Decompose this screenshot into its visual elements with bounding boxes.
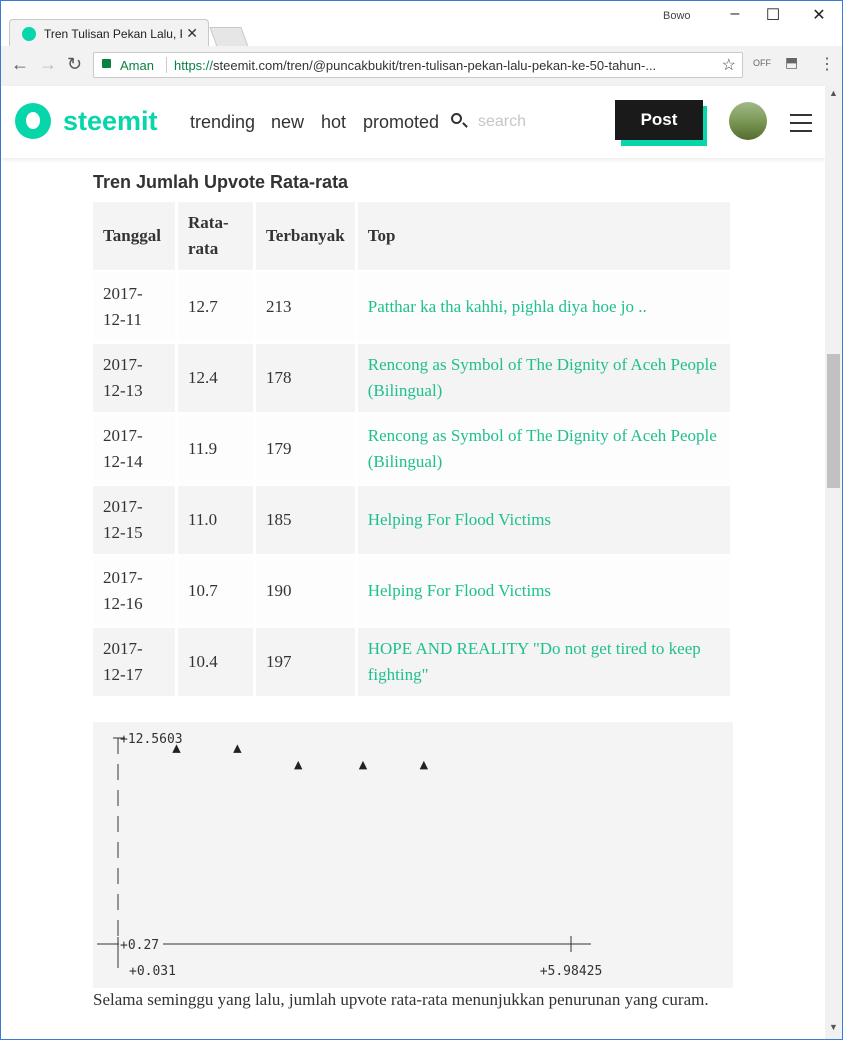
tab-title: Tren Tulisan Pekan Lalu, P xyxy=(44,27,182,41)
ascii-scatter-chart: +12.5603 +0.27 +0.031 +5.98425 ▲ ▲ ▲ ▲ ▲ xyxy=(93,722,733,988)
steemit-logo-text[interactable]: steemit xyxy=(63,106,158,137)
bookmark-star-icon[interactable]: ☆ xyxy=(722,55,736,75)
forward-arrow-icon[interactable]: → xyxy=(39,54,57,75)
cell-top: Rencong as Symbol of The Dignity of Aceh… xyxy=(357,344,730,412)
data-point: ▲ xyxy=(294,758,303,771)
section-heading: Tren Jumlah Upvote Rata-rata xyxy=(93,172,349,192)
cell-average: 11.9 xyxy=(178,415,253,483)
browser-menu-icon[interactable]: ⋮ xyxy=(819,54,835,74)
column-header-max: Terbanyak xyxy=(256,202,355,270)
tab-close-icon[interactable]: ✕ xyxy=(186,25,198,42)
url-text[interactable]: https://steemit.com/tren/@puncakbukit/tr… xyxy=(174,58,704,73)
nav-hot[interactable]: hot xyxy=(321,112,346,133)
avatar[interactable] xyxy=(729,102,767,140)
column-header-top: Top xyxy=(357,202,730,270)
cell-date: 2017-12-13 xyxy=(93,344,175,412)
table-row: 2017-12-14 11.9 179 Rencong as Symbol of… xyxy=(93,415,730,483)
table-header-row: Tanggal Rata-rata Terbanyak Top xyxy=(93,202,730,270)
address-divider xyxy=(166,57,167,73)
cell-top: Helping For Flood Victims xyxy=(357,557,730,625)
nav-new[interactable]: new xyxy=(271,112,304,133)
cell-average: 12.4 xyxy=(178,344,253,412)
data-point: ▲ xyxy=(359,758,368,771)
back-arrow-icon[interactable]: ← xyxy=(11,54,29,75)
reload-icon[interactable]: ↻ xyxy=(67,54,82,75)
lock-icon xyxy=(102,59,111,68)
url-path: steemit.com/tren/@puncakbukit/tren-tulis… xyxy=(213,58,657,73)
cell-average: 12.7 xyxy=(178,273,253,341)
site-header: steemit trending new hot promoted Post xyxy=(1,86,825,158)
top-post-link[interactable]: Patthar ka tha kahhi, pighla diya hoe jo… xyxy=(368,297,647,316)
cell-average: 11.0 xyxy=(178,486,253,554)
steemit-logo-icon[interactable] xyxy=(15,103,51,139)
extension-off-icon[interactable]: OFF xyxy=(753,58,771,68)
maximize-icon[interactable]: ☐ xyxy=(763,5,783,25)
cell-max: 185 xyxy=(256,486,355,554)
cell-max: 197 xyxy=(256,628,355,696)
url-scheme: https:// xyxy=(174,58,214,73)
new-tab-button[interactable] xyxy=(209,27,249,47)
top-post-link[interactable]: Helping For Flood Victims xyxy=(368,581,551,600)
page-scrollbar[interactable]: ▲ ▼ xyxy=(825,86,842,1039)
upvote-trend-table: Tanggal Rata-rata Terbanyak Top 2017-12-… xyxy=(90,199,733,699)
post-button[interactable]: Post xyxy=(615,100,703,140)
y-axis-bottom-label: +0.27 xyxy=(120,938,159,953)
cell-top: Helping For Flood Victims xyxy=(357,486,730,554)
top-post-link[interactable]: Rencong as Symbol of The Dignity of Aceh… xyxy=(368,355,717,400)
top-post-link[interactable]: Rencong as Symbol of The Dignity of Aceh… xyxy=(368,426,717,471)
scroll-up-arrow-icon[interactable]: ▲ xyxy=(829,88,838,98)
cell-date: 2017-12-16 xyxy=(93,557,175,625)
cell-average: 10.4 xyxy=(178,628,253,696)
post-body: Tren Jumlah Upvote Rata-rata Tanggal Rat… xyxy=(93,158,733,699)
x-axis-left-label: +0.031 xyxy=(129,964,176,979)
x-axis-right-label: +5.98425 xyxy=(540,964,603,979)
table-row: 2017-12-15 11.0 185 Helping For Flood Vi… xyxy=(93,486,730,554)
scroll-down-arrow-icon[interactable]: ▼ xyxy=(829,1022,838,1032)
summary-paragraph: Selama seminggu yang lalu, jumlah upvote… xyxy=(93,990,709,1009)
data-point: ▲ xyxy=(233,741,242,754)
browser-tab[interactable]: Tren Tulisan Pekan Lalu, P ✕ xyxy=(9,19,209,47)
cell-max: 179 xyxy=(256,415,355,483)
nav-promoted[interactable]: promoted xyxy=(363,112,439,133)
cell-max: 190 xyxy=(256,557,355,625)
hamburger-menu-icon[interactable] xyxy=(790,114,812,138)
window-close-icon[interactable]: ✕ xyxy=(809,5,829,25)
cell-top: Patthar ka tha kahhi, pighla diya hoe jo… xyxy=(357,273,730,341)
address-bar[interactable]: Aman https://steemit.com/tren/@puncakbuk… xyxy=(93,52,743,78)
search-icon[interactable] xyxy=(451,113,462,124)
minimize-icon[interactable]: – xyxy=(725,5,745,23)
cell-date: 2017-12-11 xyxy=(93,273,175,341)
cell-top: HOPE AND REALITY "Do not get tired to ke… xyxy=(357,628,730,696)
nav-trending[interactable]: trending xyxy=(190,112,255,133)
top-post-link[interactable]: HOPE AND REALITY "Do not get tired to ke… xyxy=(368,639,701,684)
secure-label: Aman xyxy=(120,58,154,73)
cell-top: Rencong as Symbol of The Dignity of Aceh… xyxy=(357,415,730,483)
cell-max: 178 xyxy=(256,344,355,412)
top-post-link[interactable]: Helping For Flood Victims xyxy=(368,510,551,529)
pdf-extension-icon[interactable]: ⬒ xyxy=(785,54,798,71)
data-point: ▲ xyxy=(420,758,429,771)
cell-max: 213 xyxy=(256,273,355,341)
browser-toolbar: ← → ↻ Aman https://steemit.com/tren/@pun… xyxy=(1,46,842,87)
table-row: 2017-12-13 12.4 178 Rencong as Symbol of… xyxy=(93,344,730,412)
steemit-favicon-icon xyxy=(22,27,36,41)
scroll-thumb[interactable] xyxy=(827,354,840,488)
table-row: 2017-12-16 10.7 190 Helping For Flood Vi… xyxy=(93,557,730,625)
column-header-date: Tanggal xyxy=(93,202,175,270)
cell-date: 2017-12-17 xyxy=(93,628,175,696)
table-row: 2017-12-11 12.7 213 Patthar ka tha kahhi… xyxy=(93,273,730,341)
column-header-average: Rata-rata xyxy=(178,202,253,270)
profile-name[interactable]: Bowo xyxy=(663,10,691,22)
table-row: 2017-12-17 10.4 197 HOPE AND REALITY "Do… xyxy=(93,628,730,696)
cell-date: 2017-12-15 xyxy=(93,486,175,554)
cell-average: 10.7 xyxy=(178,557,253,625)
cell-date: 2017-12-14 xyxy=(93,415,175,483)
chart-canvas: +12.5603+0.27+0.031 +5.98425▲ ▲▲ ▲ ▲ xyxy=(97,732,603,979)
search-input[interactable] xyxy=(476,106,590,138)
title-bar: Tren Tulisan Pekan Lalu, P ✕ Bowo – ☐ ✕ xyxy=(1,1,842,47)
data-point: ▲ xyxy=(172,741,181,754)
